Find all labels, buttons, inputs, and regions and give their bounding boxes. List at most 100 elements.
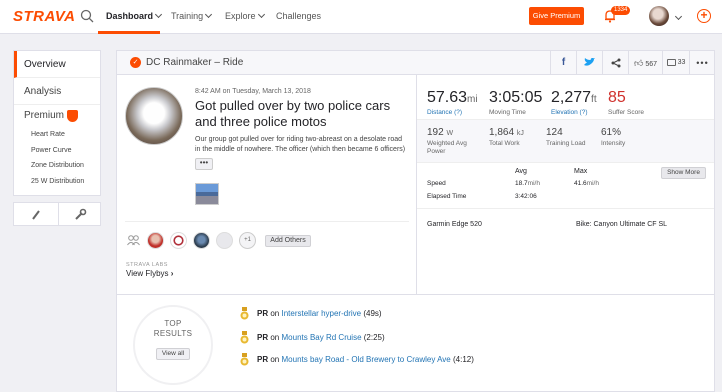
comment-button[interactable]: 33: [662, 51, 689, 75]
kudos-count: 567: [645, 61, 658, 68]
divider: [416, 75, 417, 294]
user-avatar[interactable]: [649, 6, 669, 26]
nav-dashboard[interactable]: Dashboard: [106, 10, 163, 21]
stat-intensity: 61%: [601, 127, 622, 138]
stat-suffer-score: 85: [608, 89, 626, 106]
pr-result-text: PR on Mounts bay Road - Old Brewery to C…: [257, 353, 474, 367]
view-all-button[interactable]: View all: [156, 348, 190, 360]
segment-link[interactable]: Mounts bay Road - Old Brewery to Crawley…: [282, 355, 451, 364]
medal-icon: [240, 307, 249, 320]
weighted-power-value: 192: [427, 127, 444, 138]
nav-challenges[interactable]: Challenges: [276, 11, 321, 21]
distance-label[interactable]: Distance (?): [427, 109, 462, 116]
intensity-label: Intensity: [601, 140, 626, 147]
share-icon: [611, 58, 620, 68]
speed-max: 41.6mi/h: [574, 180, 599, 187]
give-premium-button[interactable]: Give Premium: [529, 7, 584, 25]
pr-on: on: [270, 333, 280, 342]
sidebar-item-watt-distribution[interactable]: 25 W Distribution: [14, 174, 100, 190]
stat-elevation: 2,277ft: [551, 89, 597, 107]
sidebar-item-zone-distribution[interactable]: Zone Distribution: [14, 158, 100, 174]
nav-training[interactable]: Training: [171, 10, 213, 21]
nav-dashboard-label: Dashboard: [106, 11, 154, 21]
chevron-down-icon: [257, 10, 265, 19]
training-load-label: Training Load: [546, 140, 586, 147]
show-more-button[interactable]: Show More: [661, 167, 706, 179]
activity-description: Our group got pulled over for riding two…: [195, 136, 406, 153]
segment-time: (2:25): [363, 333, 385, 342]
kudoer-avatar[interactable]: [193, 232, 210, 249]
twitter-share-button[interactable]: [576, 51, 602, 75]
nav-explore[interactable]: Explore: [225, 10, 265, 21]
speed-max-value: 41.6: [574, 180, 587, 187]
strava-logo[interactable]: STRAVA: [13, 8, 75, 25]
device-name: Garmin Edge 520: [427, 221, 482, 228]
divider: [417, 208, 714, 209]
suffer-score-label: Suffer Score: [608, 109, 645, 116]
weighted-power-unit: W: [446, 130, 454, 137]
athletes-icon: [127, 235, 140, 246]
activity-header: ✓ DC Rainmaker – Ride f 👍︎ 567 33 •••: [117, 51, 714, 75]
pr-result-text: PR on Interstellar hyper-drive (49s): [257, 307, 382, 321]
bike-name[interactable]: Bike: Canyon Ultimate CF SL: [576, 221, 667, 228]
elapsed-time-label: Elapsed Time: [427, 193, 467, 200]
kudos-button[interactable]: 👍︎ 567: [628, 51, 662, 75]
sidebar-item-overview[interactable]: Overview: [14, 51, 100, 78]
facebook-share-button[interactable]: f: [550, 51, 576, 75]
laurel-wreath-icon: [133, 305, 213, 385]
more-actions-button[interactable]: •••: [689, 51, 715, 75]
top-results-title: TOP RESULTS: [139, 319, 207, 339]
nav-training-label: Training: [171, 11, 204, 21]
comment-icon: [666, 58, 676, 66]
activity-time: 8:42 AM on Tuesday, March 13, 2018: [195, 88, 311, 95]
stat-moving-time: 3:05:05: [489, 89, 543, 106]
nav-explore-label: Explore: [225, 11, 256, 21]
activity-photo[interactable]: [195, 183, 219, 205]
sidebar-item-heart-rate[interactable]: Heart Rate: [14, 127, 100, 143]
share-button[interactable]: [602, 51, 628, 75]
pr-badge: PR: [257, 333, 269, 342]
search-icon[interactable]: [80, 9, 94, 23]
total-work-label: Total Work: [489, 140, 520, 147]
pr-badge: PR: [257, 355, 269, 364]
add-others-button[interactable]: Add Others: [265, 235, 311, 247]
pr-on: on: [270, 309, 280, 318]
segment-link[interactable]: Interstellar hyper-drive: [282, 309, 362, 318]
medal-icon: [240, 331, 249, 344]
distance-unit: mi: [467, 94, 478, 105]
activity-sidebar: Overview Analysis Premium Heart Rate Pow…: [13, 50, 101, 196]
total-work-unit: kJ: [516, 130, 524, 137]
moving-time-label: Moving Time: [489, 109, 526, 116]
stat-training-load: 124: [546, 127, 563, 138]
sidebar-premium[interactable]: Premium: [14, 105, 100, 127]
sidebar-item-power-curve[interactable]: Power Curve: [14, 143, 100, 159]
wrench-icon[interactable]: [72, 207, 88, 223]
speed-avg-value: 18.7: [515, 180, 528, 187]
segment-time: (4:12): [453, 355, 474, 364]
expand-description-button[interactable]: •••: [195, 158, 213, 170]
chevron-down-icon[interactable]: [674, 12, 683, 21]
activity-header-title: DC Rainmaker – Ride: [146, 57, 244, 68]
elapsed-time-value: 3:42:06: [515, 193, 537, 200]
more-horizontal-icon: •••: [696, 58, 709, 68]
thumbs-up-icon: 👍︎: [633, 58, 644, 68]
kudoer-avatar[interactable]: [170, 232, 187, 249]
sidebar-premium-label: Premium: [24, 110, 65, 121]
kudoer-avatar[interactable]: [216, 232, 233, 249]
chevron-down-icon: [205, 10, 213, 19]
stat-distance: 57.63mi: [427, 89, 478, 107]
sidebar-item-analysis[interactable]: Analysis: [14, 78, 100, 105]
view-flybys-link[interactable]: View Flybys ›: [126, 269, 173, 278]
athlete-avatar[interactable]: [125, 87, 183, 145]
more-kudoers[interactable]: +1: [239, 232, 256, 249]
add-activity-button[interactable]: +: [697, 9, 711, 23]
stat-total-work: 1,864 kJ: [489, 127, 524, 138]
top-results-line1: TOP: [164, 319, 182, 328]
edit-pencil-icon[interactable]: [28, 207, 44, 223]
activity-title: Got pulled over by two police cars and t…: [195, 98, 391, 129]
segment-link[interactable]: Mounts Bay Rd Cruise: [282, 333, 362, 342]
elevation-label[interactable]: Elevation (?): [551, 109, 588, 116]
activity-card: ✓ DC Rainmaker – Ride f 👍︎ 567 33 ••• 8:…: [116, 50, 715, 392]
strava-labs-label: STRAVA LABS: [126, 262, 168, 268]
kudoer-avatar[interactable]: [147, 232, 164, 249]
